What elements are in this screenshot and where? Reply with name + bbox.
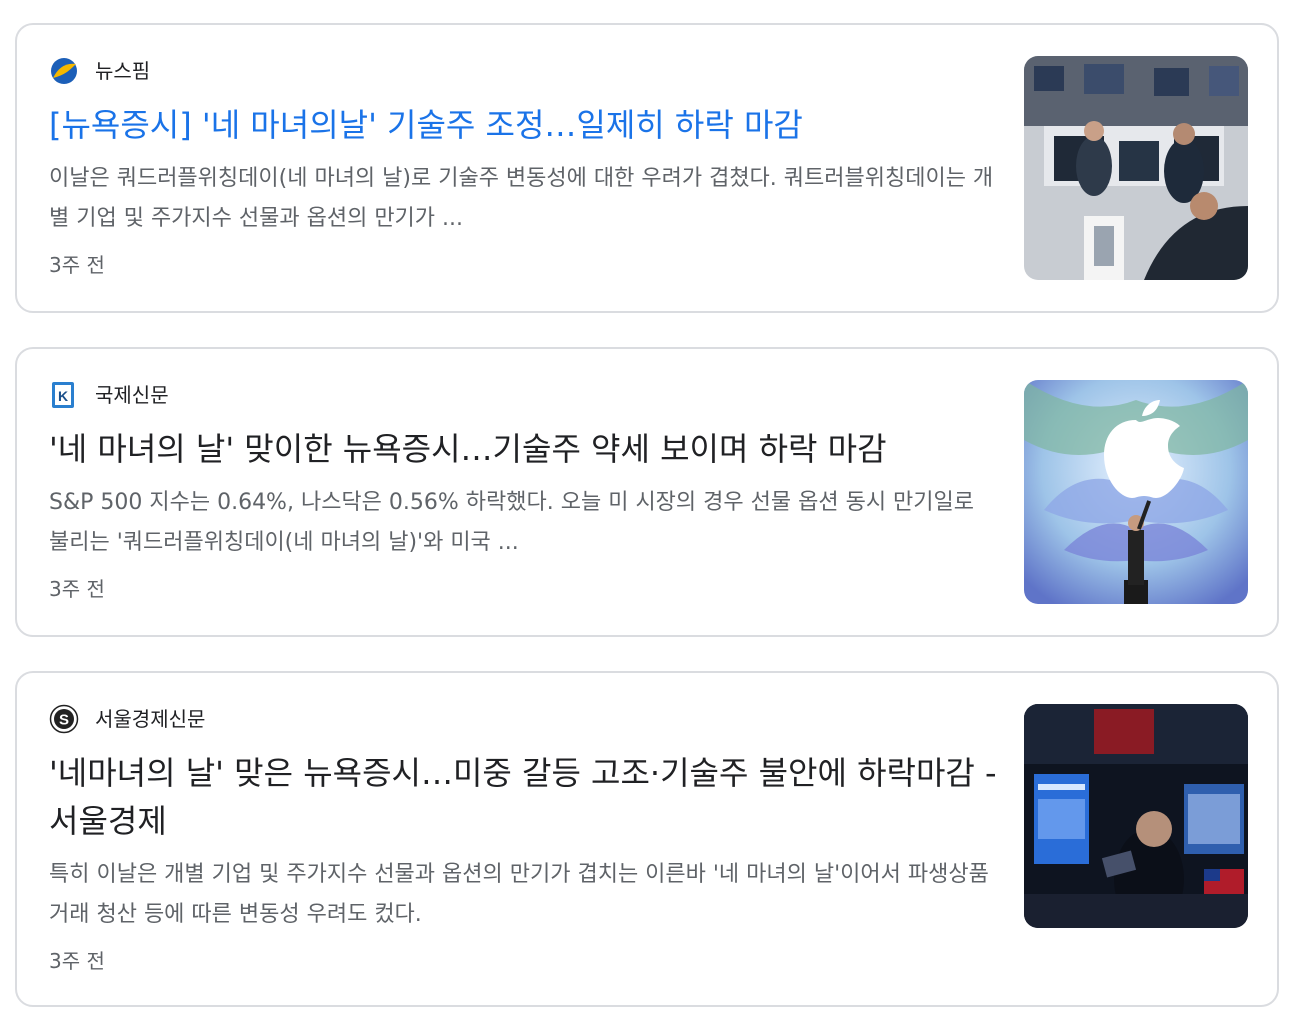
news-card[interactable]: 뉴스핌 [뉴욕증시] '네 마녀의날' 기술주 조정…일제히 하락 마감 이날은…: [15, 23, 1279, 313]
newspim-logo-icon: [51, 58, 77, 84]
nyse-trader-photo-icon[interactable]: [1024, 704, 1248, 928]
headline-link[interactable]: [뉴욕증시] '네 마녀의날' 기술주 조정…일제히 하락 마감: [49, 101, 1009, 149]
source-row: K 국제신문: [49, 379, 169, 411]
source-row: S 서울경제신문: [49, 703, 205, 735]
headline-link[interactable]: '네마녀의 날' 맞은 뉴욕증시…미중 갈등 고조·기술주 불안에 하락마감 -…: [49, 749, 1009, 845]
snippet: 특히 이날은 개별 기업 및 주가지수 선물과 옵션의 만기가 겹치는 이른바 …: [49, 862, 989, 927]
source-row: 뉴스핌: [49, 55, 150, 87]
source-name: 국제신문: [95, 383, 169, 407]
snippet: S&P 500 지수는 0.64%, 나스닥은 0.56% 하락했다. 오늘 미…: [49, 490, 975, 555]
apple-event-photo-icon[interactable]: [1024, 380, 1248, 604]
timestamp: 3주 전: [49, 949, 105, 973]
headline-link[interactable]: '네 마녀의 날' 맞이한 뉴욕증시…기술주 약세 보이며 하락 마감: [49, 425, 1009, 473]
timestamp: 3주 전: [49, 253, 105, 277]
svg-text:S: S: [59, 712, 69, 729]
kookje-logo-icon: K: [52, 382, 74, 408]
source-name: 서울경제신문: [95, 707, 206, 731]
svg-text:K: K: [58, 388, 68, 404]
snippet: 이날은 쿼드러플위칭데이(네 마녀의 날)로 기술주 변동성에 대한 우려가 겹…: [49, 166, 994, 231]
trading-floor-photo-icon[interactable]: [1024, 56, 1248, 280]
source-name: 뉴스핌: [95, 59, 151, 83]
sedaily-logo-icon: S: [49, 704, 79, 734]
timestamp: 3주 전: [49, 577, 105, 601]
news-card[interactable]: K 국제신문 '네 마녀의 날' 맞이한 뉴욕증시…기술주 약세 보이며 하락 …: [15, 347, 1279, 637]
news-card[interactable]: S 서울경제신문 '네마녀의 날' 맞은 뉴욕증시…미중 갈등 고조·기술주 불…: [15, 671, 1279, 1007]
